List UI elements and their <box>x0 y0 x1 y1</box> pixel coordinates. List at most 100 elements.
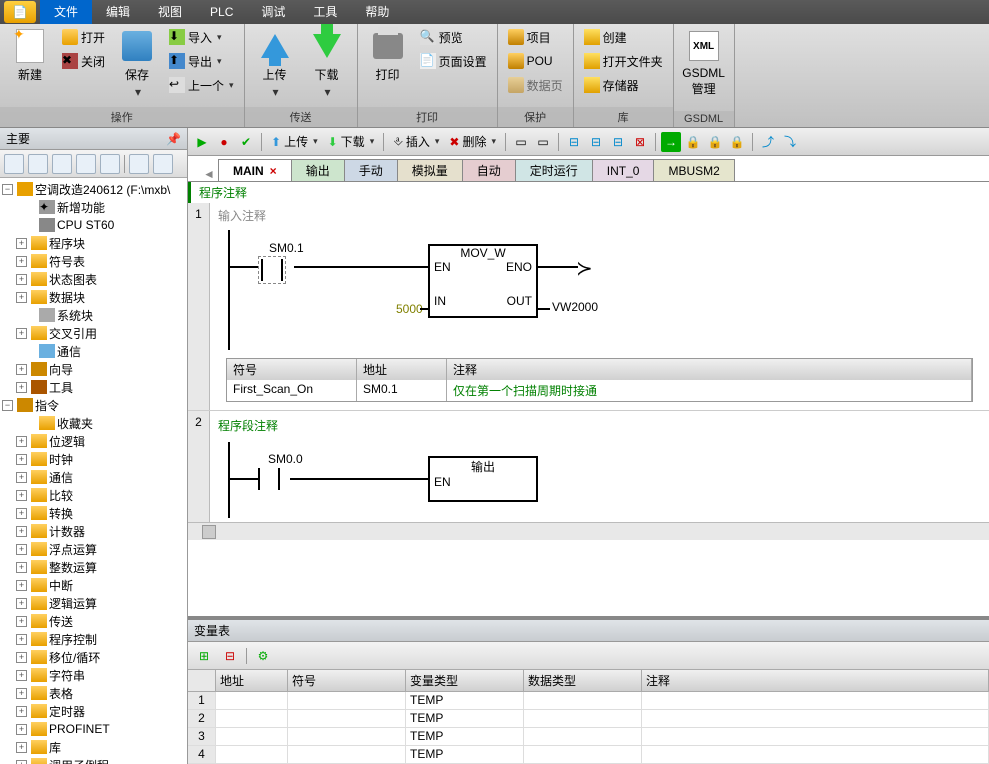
vt-insert-icon[interactable]: ⊞ <box>194 646 214 666</box>
gsdml-button[interactable]: XMLGSDML 管理 <box>680 26 728 97</box>
tab-manual[interactable]: 手动 <box>344 159 398 181</box>
tree-subr[interactable]: +调用子例程 <box>0 756 187 764</box>
download-button[interactable]: 下载▾ <box>303 26 351 99</box>
tree-wizard[interactable]: +向导 <box>0 360 187 378</box>
tab-output[interactable]: 输出 <box>291 159 345 181</box>
tree-clock[interactable]: +时钟 <box>0 450 187 468</box>
ladder-editor[interactable]: 程序注释 1 输入注释 SM0.1 MOV_W <box>188 182 989 616</box>
pou-button[interactable]: POU <box>504 50 567 72</box>
tb-branch2[interactable]: ⤵ <box>780 132 800 152</box>
tab-timer-run[interactable]: 定时运行 <box>515 159 593 181</box>
prev-button[interactable]: ↩上一个▾ <box>165 74 238 96</box>
lt-btn-2[interactable] <box>28 154 48 174</box>
tb-b6[interactable]: ⊠ <box>630 132 650 152</box>
vt-row-4[interactable]: 4TEMP <box>188 746 989 764</box>
compile-button[interactable]: ✔ <box>236 132 256 152</box>
memory-button[interactable]: 存储器 <box>580 74 667 96</box>
tab-mbusm2[interactable]: MBUSM2 <box>653 159 734 181</box>
tree-float[interactable]: +浮点运算 <box>0 540 187 558</box>
tree-fav[interactable]: 收藏夹 <box>0 414 187 432</box>
tree-logic[interactable]: +逻辑运算 <box>0 594 187 612</box>
tree-prog-block[interactable]: +程序块 <box>0 234 187 252</box>
tree-bit[interactable]: +位逻辑 <box>0 432 187 450</box>
tb-lock3[interactable]: 🔒 <box>727 132 747 152</box>
tree-timer[interactable]: +定时器 <box>0 702 187 720</box>
tb-delete[interactable]: ✖删除▾ <box>445 133 500 150</box>
lt-btn-4[interactable] <box>76 154 96 174</box>
mov-w-block[interactable]: MOV_W ENENO INOUT <box>428 244 538 318</box>
close-icon[interactable]: × <box>270 164 277 178</box>
tab-analog[interactable]: 模拟量 <box>397 159 463 181</box>
tree-compare[interactable]: +比较 <box>0 486 187 504</box>
tree-tools[interactable]: +工具 <box>0 378 187 396</box>
tb-b1[interactable]: ▭ <box>511 132 531 152</box>
tree-sys-block[interactable]: 系统块 <box>0 306 187 324</box>
tree-lib[interactable]: +库 <box>0 738 187 756</box>
tree-status-chart[interactable]: +状态图表 <box>0 270 187 288</box>
tree-cross-ref[interactable]: +交叉引用 <box>0 324 187 342</box>
upload-button[interactable]: 上传▾ <box>251 26 299 99</box>
output-block[interactable]: 输出 EN <box>428 456 538 502</box>
menu-tools[interactable]: 工具 <box>299 0 351 24</box>
vt-row-3[interactable]: 3TEMP <box>188 728 989 746</box>
save-button[interactable]: 保存▾ <box>113 26 161 99</box>
tree-shift[interactable]: +移位/循环 <box>0 648 187 666</box>
tree-string[interactable]: +字符串 <box>0 666 187 684</box>
tb-branch1[interactable]: ⤴ <box>758 132 778 152</box>
datapage-button[interactable]: 数据页 <box>504 74 567 96</box>
tb-b2[interactable]: ▭ <box>533 132 553 152</box>
tree-new-feature[interactable]: ✦新增功能 <box>0 198 187 216</box>
lt-btn-6[interactable] <box>129 154 149 174</box>
export-button[interactable]: ⬆导出▾ <box>165 50 238 72</box>
new-button[interactable]: 新建 <box>6 26 54 83</box>
tree-icomm[interactable]: +通信 <box>0 468 187 486</box>
print-button[interactable]: 打印 <box>364 26 412 83</box>
left-pane-pin-icon[interactable]: 📌 <box>166 132 181 146</box>
tb-b5[interactable]: ⊟ <box>608 132 628 152</box>
create-button[interactable]: 创建 <box>580 26 667 48</box>
tab-scroll-left[interactable]: ◄ <box>200 167 218 181</box>
vt-delete-icon[interactable]: ⊟ <box>220 646 240 666</box>
vt-row-2[interactable]: 2TEMP <box>188 710 989 728</box>
lt-btn-7[interactable] <box>153 154 173 174</box>
tree-cpu[interactable]: CPU ST60 <box>0 216 187 234</box>
lt-btn-5[interactable] <box>100 154 120 174</box>
menu-file[interactable]: 文件 <box>40 0 92 24</box>
tb-lock1[interactable]: 🔒 <box>683 132 703 152</box>
vt-build-icon[interactable]: ⚙ <box>253 646 273 666</box>
tree-comm[interactable]: 通信 <box>0 342 187 360</box>
tree-convert[interactable]: +转换 <box>0 504 187 522</box>
run-button[interactable]: ▶ <box>192 132 212 152</box>
tree-move[interactable]: +传送 <box>0 612 187 630</box>
symbol-row[interactable]: First_Scan_OnSM0.1仅在第一个扫描周期时接通 <box>227 380 972 401</box>
tree-data-block[interactable]: +数据块 <box>0 288 187 306</box>
tab-int0[interactable]: INT_0 <box>592 159 655 181</box>
tb-b4[interactable]: ⊟ <box>586 132 606 152</box>
pagesetup-button[interactable]: 📄页面设置 <box>416 50 491 72</box>
lt-btn-1[interactable] <box>4 154 24 174</box>
tab-main[interactable]: MAIN× <box>218 159 292 181</box>
tree-sym-table[interactable]: +符号表 <box>0 252 187 270</box>
menu-edit[interactable]: 编辑 <box>92 0 144 24</box>
tree-int[interactable]: +整数运算 <box>0 558 187 576</box>
menu-view[interactable]: 视图 <box>144 0 196 24</box>
open-button[interactable]: 打开 <box>58 26 109 48</box>
tree-profinet[interactable]: +PROFINET <box>0 720 187 738</box>
lt-btn-3[interactable] <box>52 154 72 174</box>
tree-project-root[interactable]: −空调改造240612 (F:\mxb\ <box>0 180 187 198</box>
openlib-button[interactable]: 打开文件夹 <box>580 50 667 72</box>
menu-help[interactable]: 帮助 <box>351 0 403 24</box>
tree-prog-ctrl[interactable]: +程序控制 <box>0 630 187 648</box>
tree-table[interactable]: +表格 <box>0 684 187 702</box>
stop-button[interactable]: ● <box>214 132 234 152</box>
import-button[interactable]: ⬇导入▾ <box>165 26 238 48</box>
close-button[interactable]: ✖关闭 <box>58 50 109 72</box>
tree-counter[interactable]: +计数器 <box>0 522 187 540</box>
tree-interrupt[interactable]: +中断 <box>0 576 187 594</box>
menu-plc[interactable]: PLC <box>196 0 247 24</box>
project-button[interactable]: 项目 <box>504 26 567 48</box>
preview-button[interactable]: 🔍预览 <box>416 26 491 48</box>
tb-goto[interactable]: → <box>661 132 681 152</box>
tree-instr-root[interactable]: −指令 <box>0 396 187 414</box>
contact-sm0-1[interactable]: SM0.1 <box>258 256 286 284</box>
